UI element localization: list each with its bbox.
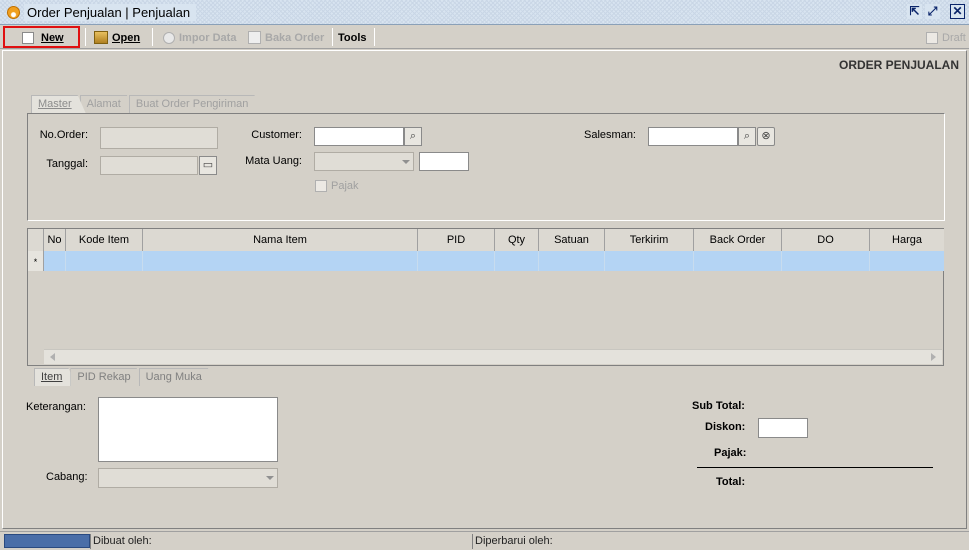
diperbarui-oleh-label: Diperbarui oleh:	[472, 534, 966, 549]
table-cell[interactable]	[418, 251, 495, 271]
col-header[interactable]: Satuan	[539, 229, 605, 251]
table-cell[interactable]	[66, 251, 143, 271]
col-header[interactable]: Harga	[870, 229, 944, 251]
col-header[interactable]: Terkirim	[605, 229, 694, 251]
calendar-icon[interactable]: ▭	[199, 156, 217, 175]
toolbar-separator	[332, 28, 333, 46]
tanggal-label: Tanggal:	[46, 158, 88, 170]
toolbar-separator	[152, 28, 153, 46]
draft-label: Draft	[942, 31, 966, 44]
table-cell[interactable]	[605, 251, 694, 271]
no-order-label: No.Order:	[39, 129, 88, 141]
table-cell[interactable]	[782, 251, 870, 271]
keterangan-textarea[interactable]	[98, 397, 278, 462]
diskon-label: Diskon:	[705, 421, 746, 433]
new-checkbox-icon	[22, 31, 34, 44]
customer-label: Customer:	[251, 129, 302, 141]
table-row[interactable]: *	[28, 251, 944, 271]
progress-bar	[4, 534, 90, 548]
table-cell[interactable]	[539, 251, 605, 271]
sub-total-label: Sub Total:	[692, 400, 745, 412]
tab-master[interactable]: Master	[31, 95, 86, 113]
pajak-total-label: Pajak:	[714, 447, 747, 459]
status-bar: Dibuat oleh: Diperbarui oleh:	[0, 531, 969, 550]
open-button[interactable]: Open	[94, 28, 140, 47]
salesman-search-icon[interactable]: ⌕	[738, 127, 756, 146]
impor-data-button[interactable]: Impor Data	[163, 28, 236, 47]
new-row-marker: *	[28, 251, 44, 271]
tab-pid-rekap[interactable]: PID Rekap	[70, 368, 144, 386]
draft-checkbox[interactable]: Draft	[926, 28, 966, 47]
impor-label: Impor Data	[179, 31, 237, 44]
table-cell[interactable]	[143, 251, 418, 271]
mata-uang-select[interactable]	[314, 152, 414, 171]
salesman-label: Salesman:	[584, 129, 636, 141]
open-label: Open	[112, 31, 141, 44]
customer-field[interactable]	[314, 127, 404, 146]
scroll-right-icon[interactable]	[931, 353, 936, 361]
bottom-tab-strip: Item PID Rekap Uang Muka	[34, 368, 210, 386]
horizontal-scrollbar[interactable]	[44, 349, 942, 364]
table-cell[interactable]	[44, 251, 66, 271]
tab-alamat[interactable]: Alamat	[80, 95, 135, 113]
baka-order-button[interactable]: Baka Order	[248, 28, 324, 47]
total-label: Total:	[716, 476, 746, 488]
title-bar: Order Penjualan | Penjualan ⇱ ⤢ ✕	[0, 0, 969, 25]
baka-label: Baka Order	[265, 31, 325, 44]
grid-indicator-header	[28, 229, 44, 251]
restore-icon[interactable]: ⇱	[907, 4, 922, 19]
tab-item[interactable]: Item	[34, 368, 76, 386]
no-order-field[interactable]	[100, 127, 218, 149]
clear-icon[interactable]: ⊗	[757, 127, 775, 146]
open-folder-icon	[94, 31, 108, 44]
item-grid: No Kode Item Nama Item PID Qty Satuan Te…	[27, 228, 944, 366]
cabang-label: Cabang:	[46, 471, 88, 483]
table-cell[interactable]	[495, 251, 539, 271]
chevron-down-icon	[402, 160, 410, 164]
col-header[interactable]: Qty	[495, 229, 539, 251]
draft-checkbox-box	[926, 31, 938, 44]
scroll-left-icon[interactable]	[50, 353, 55, 361]
new-label: New	[41, 31, 64, 44]
total-divider	[697, 467, 933, 468]
pajak-checkbox[interactable]	[315, 180, 327, 192]
col-header[interactable]: DO	[782, 229, 870, 251]
cabang-select[interactable]	[98, 468, 278, 488]
tools-menu[interactable]: Tools	[338, 28, 367, 47]
col-header[interactable]: PID	[418, 229, 495, 251]
new-button[interactable]: New	[22, 28, 64, 47]
order-doc-icon	[248, 31, 261, 44]
table-cell[interactable]	[870, 251, 944, 271]
salesman-field[interactable]	[648, 127, 738, 146]
tanggal-field[interactable]	[100, 156, 198, 175]
toolbar-separator	[374, 28, 375, 46]
popout-icon[interactable]: ⤢	[925, 4, 940, 19]
import-icon	[163, 31, 175, 44]
chevron-down-icon	[266, 476, 274, 480]
tab-uang-muka[interactable]: Uang Muka	[139, 368, 216, 386]
col-header[interactable]: Kode Item	[66, 229, 143, 251]
page-title: ORDER PENJUALAN	[838, 58, 959, 72]
close-icon[interactable]: ✕	[950, 4, 965, 19]
customer-search-icon[interactable]: ⌕	[404, 127, 422, 146]
kurs-field[interactable]	[419, 152, 469, 171]
keterangan-label: Keterangan:	[26, 401, 86, 413]
toolbar-separator	[85, 28, 86, 46]
app-icon	[7, 6, 20, 19]
col-header[interactable]: No	[44, 229, 66, 251]
mata-uang-label: Mata Uang:	[245, 155, 302, 167]
table-cell[interactable]	[694, 251, 782, 271]
diskon-field[interactable]	[758, 418, 808, 438]
dibuat-oleh-label: Dibuat oleh:	[90, 534, 470, 549]
top-tab-strip: Master Alamat Buat Order Pengiriman	[31, 95, 256, 113]
toolbar: New Open Impor Data Baka Order Tools Dra…	[0, 25, 969, 49]
col-header[interactable]: Nama Item	[143, 229, 418, 251]
pajak-label: Pajak	[331, 180, 359, 192]
tools-label: Tools	[338, 31, 367, 44]
col-header[interactable]: Back Order	[694, 229, 782, 251]
window-title: Order Penjualan | Penjualan	[24, 4, 197, 21]
tab-buat-order-pengiriman[interactable]: Buat Order Pengiriman	[129, 95, 263, 113]
grid-header: No Kode Item Nama Item PID Qty Satuan Te…	[28, 229, 944, 251]
